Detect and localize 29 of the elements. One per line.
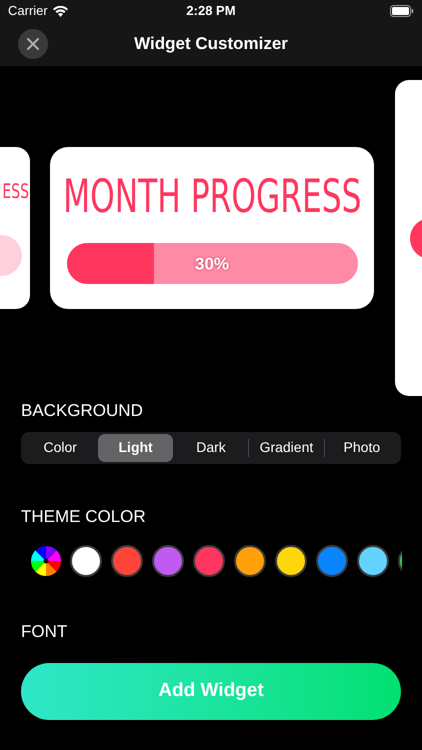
close-button[interactable] <box>18 29 48 59</box>
status-time: 2:28 PM <box>186 2 236 20</box>
color-swatch[interactable] <box>70 545 102 577</box>
segment-tab[interactable]: Light <box>98 434 173 462</box>
section-label: BACKGROUND <box>21 400 144 422</box>
progress-reading: 30% <box>194 252 230 275</box>
segment-tab[interactable]: Gradient <box>249 434 324 462</box>
color-swatch[interactable] <box>357 545 389 577</box>
widget-card[interactable]: MONTH PROGRESS 30% <box>50 147 374 309</box>
color-swatch[interactable] <box>316 545 348 577</box>
widget-title: ESS <box>2 181 29 201</box>
carrier-label: Carrier <box>8 2 48 20</box>
section-label: FONT <box>21 621 68 643</box>
color-swatch[interactable] <box>193 545 225 577</box>
segment-tab[interactable]: Color <box>23 434 98 462</box>
color-swatch[interactable] <box>111 545 143 577</box>
segment-tab[interactable]: Dark <box>174 434 248 462</box>
color-swatch[interactable] <box>152 545 184 577</box>
color-swatch[interactable] <box>234 545 266 577</box>
color-swatch[interactable] <box>275 545 307 577</box>
segment-tab[interactable]: Photo <box>324 434 400 462</box>
battery-icon <box>390 5 414 17</box>
color-wheel-icon[interactable] <box>30 545 62 577</box>
screen-title: Widget Customizer <box>134 33 288 56</box>
wifi-icon <box>52 6 68 16</box>
widget-card[interactable]: ESS <box>0 147 30 309</box>
widget-title: MONTH PROGRESS <box>62 173 362 219</box>
close-icon <box>27 38 39 50</box>
section-label: THEME COLOR <box>21 506 147 528</box>
